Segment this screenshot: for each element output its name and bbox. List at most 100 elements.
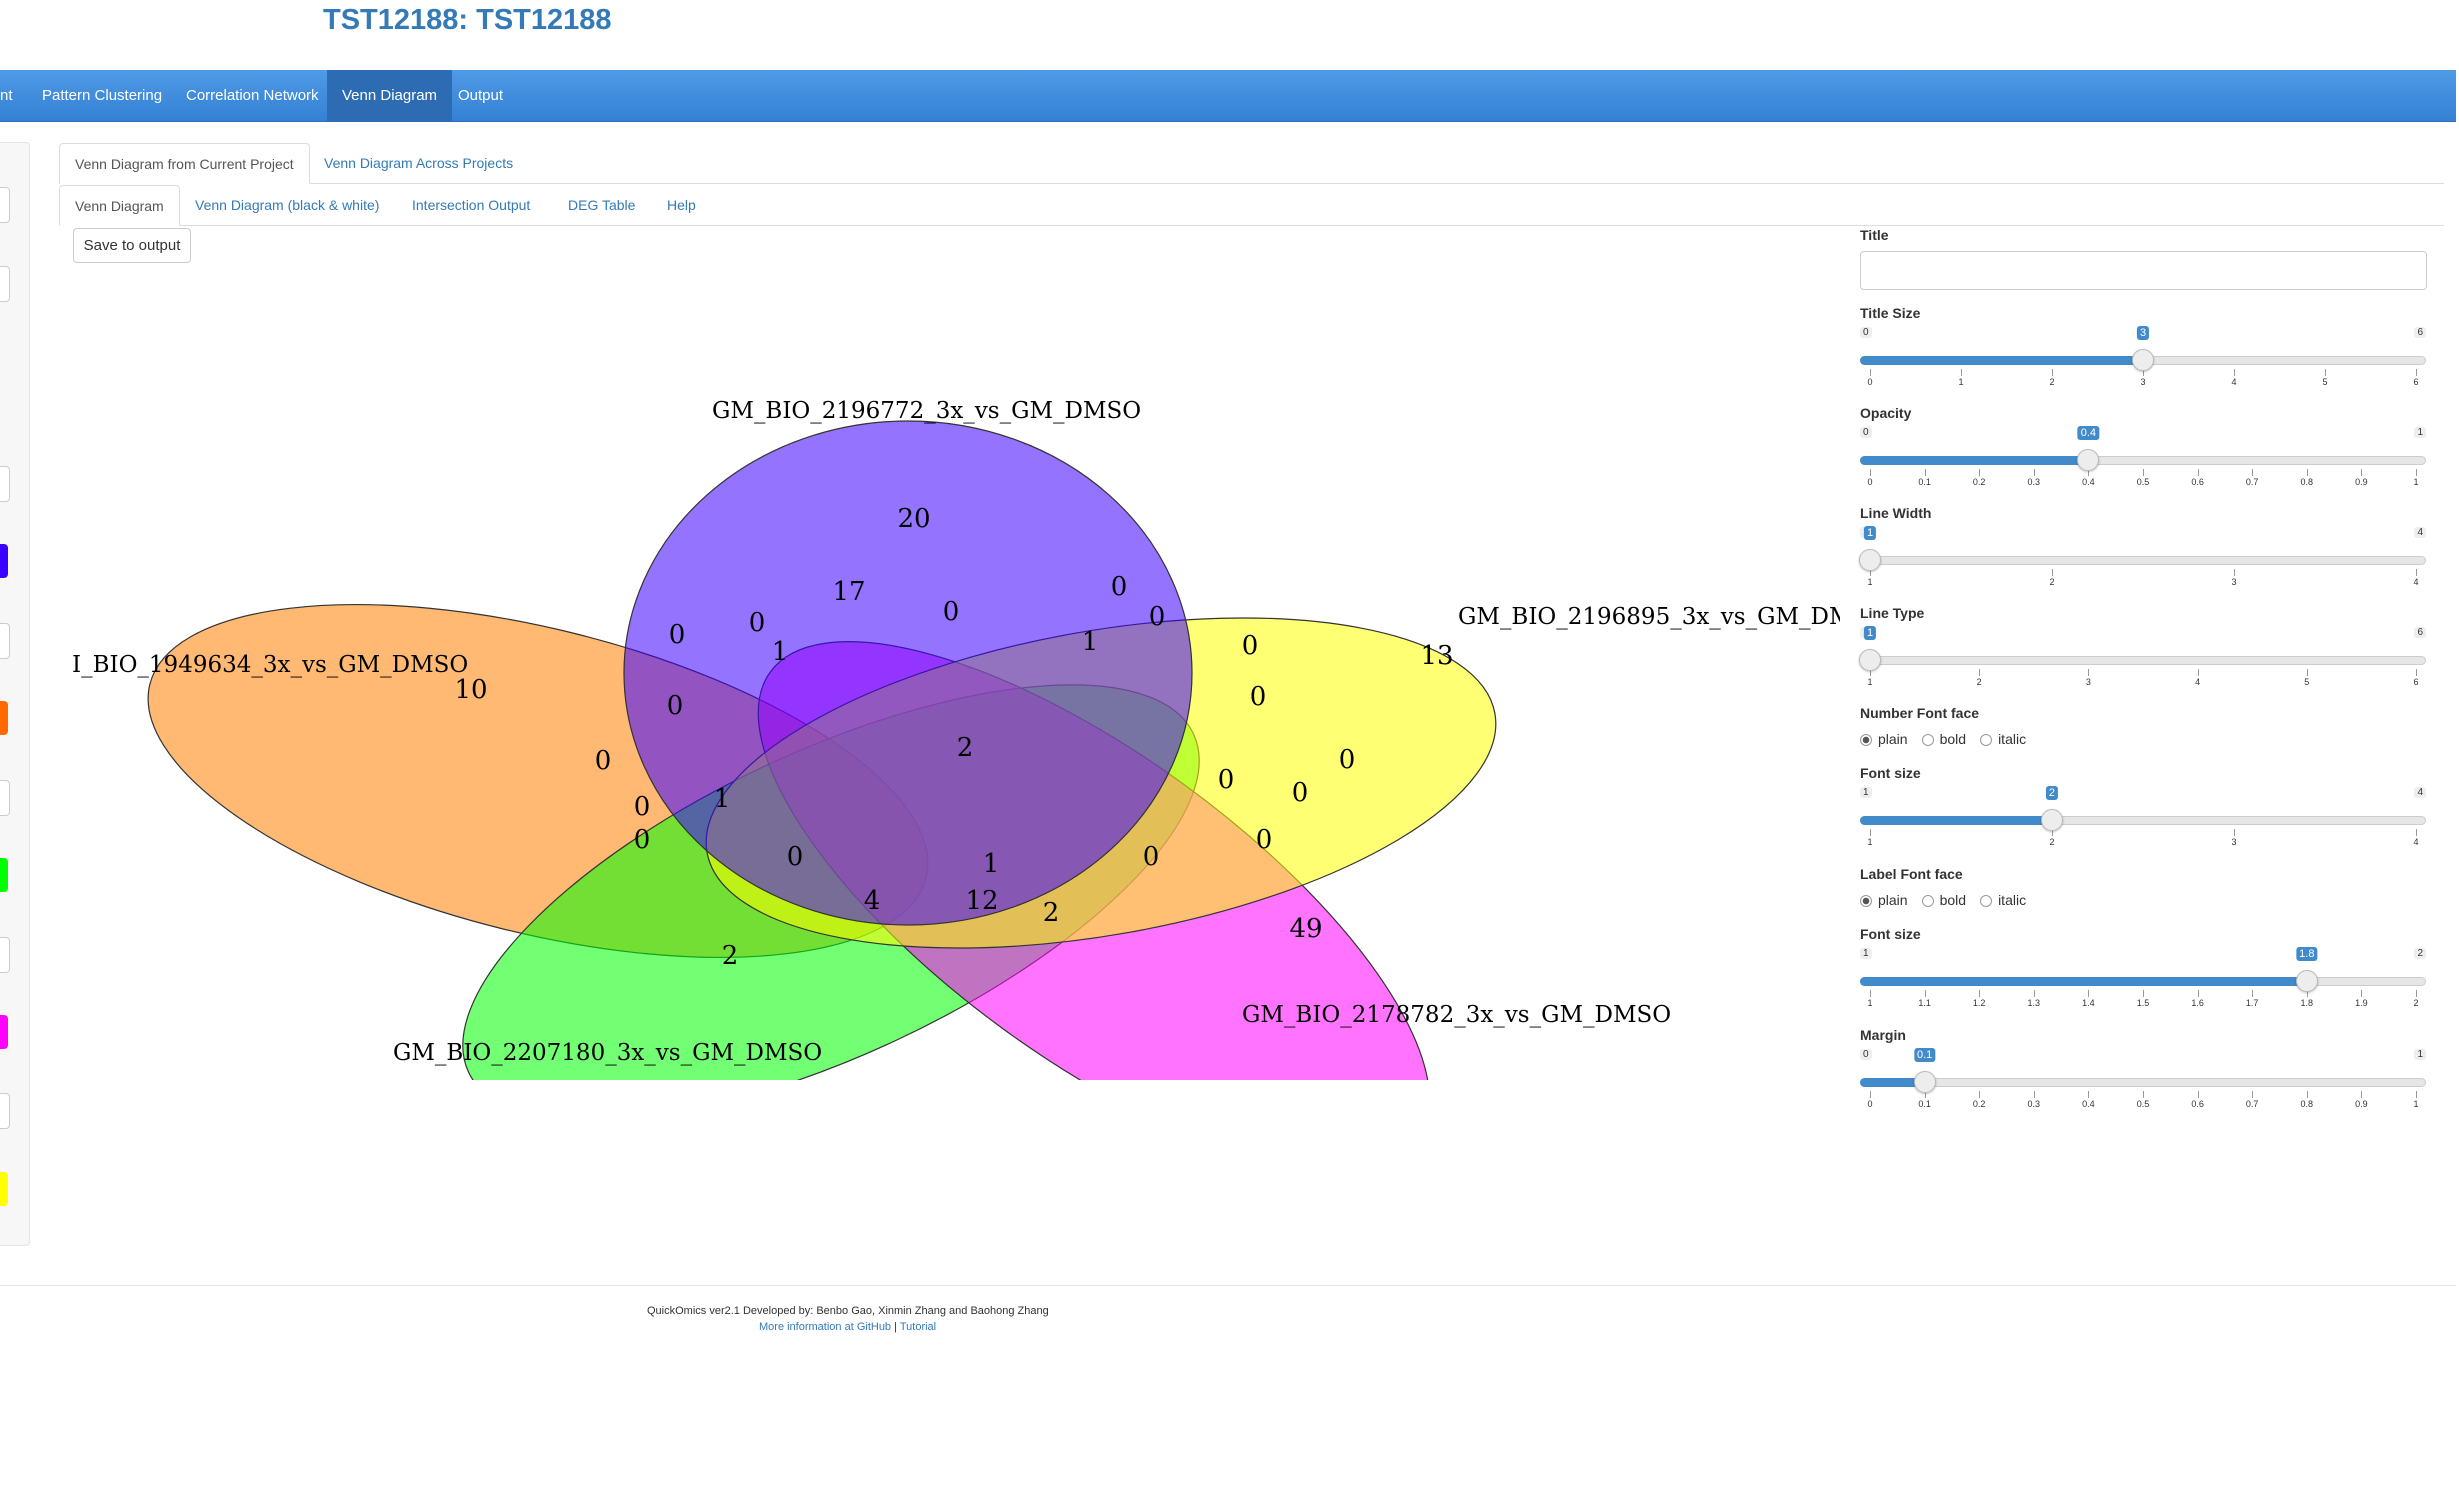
slider-tick-label: 1.6 <box>2191 998 2204 1008</box>
save-to-output-button[interactable]: Save to output <box>73 228 191 263</box>
sidebar-input[interactable] <box>0 187 10 223</box>
slider-tick-label: 1 <box>1867 837 1873 847</box>
sidebar-input[interactable] <box>0 466 10 502</box>
slider-tick-label: 2 <box>2049 577 2055 587</box>
sidebar-color-swatch[interactable] <box>0 544 8 578</box>
slider-handle[interactable] <box>1859 549 1881 571</box>
slider-tick-label: 0 <box>1867 477 1873 487</box>
sidebar-color-swatch[interactable] <box>0 1015 8 1049</box>
line-type-slider[interactable]: 161123456 <box>1859 625 2426 687</box>
slider-tick <box>2143 469 2144 476</box>
radio-italic[interactable] <box>1980 734 1993 746</box>
slider-max-label: 6 <box>2414 327 2426 338</box>
radio-bold[interactable] <box>1921 734 1934 746</box>
title-size-slider[interactable]: 0 6 3 0 1 2 3 4 5 6 <box>1860 325 2426 387</box>
label-font-size-slider[interactable]: 1 2 1.8 1 1.1 1.2 1.3 1.4 1.5 1.6 1.7 1.8 1.9 2 <box>1860 946 2426 1008</box>
sidebar-input[interactable] <box>0 623 10 659</box>
slider-tick <box>1979 469 1981 476</box>
venn-count: 0 <box>634 792 651 822</box>
slider-value-bubble: 3 <box>2136 326 2150 340</box>
tutorial-link[interactable]: Tutorial <box>900 1321 936 1333</box>
slider-tick-label: 0.1 <box>1918 477 1931 487</box>
title-input[interactable] <box>1860 251 2427 290</box>
slider-tick-label: 0.3 <box>2027 1099 2041 1109</box>
sidebar-input[interactable] <box>0 937 10 973</box>
slider-tick-label: 3 <box>2085 677 2091 687</box>
sidebar-color-swatch[interactable] <box>0 701 8 735</box>
top-navbar: nt Pattern Clustering Correlation Networ… <box>0 70 2456 122</box>
nav-item-truncated[interactable]: nt <box>0 70 18 121</box>
radio-plain[interactable] <box>1860 895 1872 907</box>
nav-item-correlation-network[interactable]: Correlation Network <box>173 70 332 121</box>
slider-tick-label: 1 <box>1867 998 1873 1008</box>
nav-item-pattern-clustering[interactable]: Pattern Clustering <box>30 70 174 121</box>
tab-venn-current-project[interactable]: Venn Diagram from Current Project <box>59 143 310 184</box>
github-link[interactable]: More information at GitHub <box>759 1321 891 1333</box>
slider-track[interactable] <box>1860 556 2426 565</box>
tab-venn-diagram[interactable]: Venn Diagram <box>59 185 180 226</box>
slider-tick-label: 1.3 <box>2027 998 2041 1008</box>
venn-count: 49 <box>1289 914 1322 944</box>
number-font-face-radio-group[interactable]: plain bold italic <box>1860 731 2040 747</box>
slider-tick <box>2252 990 2254 997</box>
slider-handle[interactable] <box>1859 649 1881 671</box>
slider-tick-label: 1.5 <box>2136 998 2150 1008</box>
sidebar-input[interactable] <box>0 266 10 302</box>
slider-max-label: 2 <box>2414 948 2426 959</box>
label-font-face-radio-group[interactable]: plain bold italic <box>1860 892 2040 908</box>
slider-tick <box>2197 990 2199 997</box>
tab-venn-black-white[interactable]: Venn Diagram (black & white) <box>180 185 394 224</box>
sidebar-color-swatch[interactable] <box>0 858 8 892</box>
slider-fill <box>1860 456 2089 465</box>
title-label: Title <box>1860 227 1889 243</box>
slider-tick <box>2416 1091 2417 1098</box>
radio-plain[interactable] <box>1860 734 1872 746</box>
slider-handle[interactable] <box>2132 349 2154 371</box>
line-width-slider[interactable]: 1411234 <box>1859 525 2426 587</box>
slider-tick <box>2234 569 2235 576</box>
slider-tick-label: 0.8 <box>2300 477 2314 487</box>
venn-count: 2 <box>722 941 739 971</box>
footer-divider <box>0 1285 2456 1286</box>
radio-bold[interactable] <box>1921 895 1934 907</box>
slider-handle[interactable] <box>2295 970 2318 992</box>
sidebar-input[interactable] <box>0 1093 10 1129</box>
slider-tick <box>2197 469 2199 476</box>
slider-track[interactable] <box>1860 656 2426 665</box>
tab-venn-across-projects[interactable]: Venn Diagram Across Projects <box>309 143 528 182</box>
margin-slider[interactable]: 0 1 0.1 0 0.1 0.2 0.3 0.4 0.5 0.6 0.7 0.8 0.9 1 <box>1860 1047 2426 1109</box>
radio-label: bold <box>1939 731 1967 747</box>
tab-help[interactable]: Help <box>652 185 711 224</box>
tab-deg-table[interactable]: DEG Table <box>553 185 650 224</box>
number-font-size-slider[interactable]: 1 4 2 1 2 3 4 <box>1860 785 2426 847</box>
slider-value-bubble: 0.1 <box>1913 1048 1936 1062</box>
tab-intersection-output[interactable]: Intersection Output <box>397 185 545 224</box>
opacity-slider[interactable]: 0 1 0.4 0 0.1 0.2 0.3 0.4 0.5 0.6 0.7 0.8 0.9 1 <box>1860 425 2426 487</box>
slider-tick <box>2143 1091 2144 1098</box>
slider-tick <box>2033 990 2035 997</box>
slider-max-label: 6 <box>2414 627 2426 638</box>
sidebar-color-swatch[interactable] <box>0 1172 8 1206</box>
sidebar-input[interactable] <box>0 780 10 816</box>
radio-italic[interactable] <box>1980 895 1993 907</box>
slider-tick-label: 6 <box>2413 677 2419 687</box>
slider-tick <box>1870 829 1871 836</box>
nav-item-venn-diagram[interactable]: Venn Diagram <box>327 70 453 121</box>
slider-handle[interactable] <box>1913 1071 1936 1093</box>
sub-tabs: Venn Diagram Venn Diagram (black & white… <box>59 185 2444 226</box>
slider-handle[interactable] <box>2077 449 2100 471</box>
venn-count: 1 <box>714 784 731 814</box>
slider-tick-label: 0.8 <box>2300 1099 2314 1109</box>
slider-tick-label: 4 <box>2231 377 2237 387</box>
slider-tick-label: 0.7 <box>2245 477 2259 487</box>
nav-item-output[interactable]: Output <box>445 70 516 121</box>
slider-tick <box>1979 990 1981 997</box>
slider-tick-label: 0.1 <box>1918 1099 1931 1109</box>
slider-tick-label: 6 <box>2413 377 2419 387</box>
slider-track[interactable] <box>1860 1078 2426 1087</box>
main-tabs: Venn Diagram from Current Project Venn D… <box>59 143 2444 184</box>
slider-handle[interactable] <box>2040 809 2063 831</box>
slider-tick-label: 3 <box>2140 377 2146 387</box>
slider-tick <box>2252 1091 2254 1098</box>
slider-min-label: 1 <box>1860 948 1872 959</box>
